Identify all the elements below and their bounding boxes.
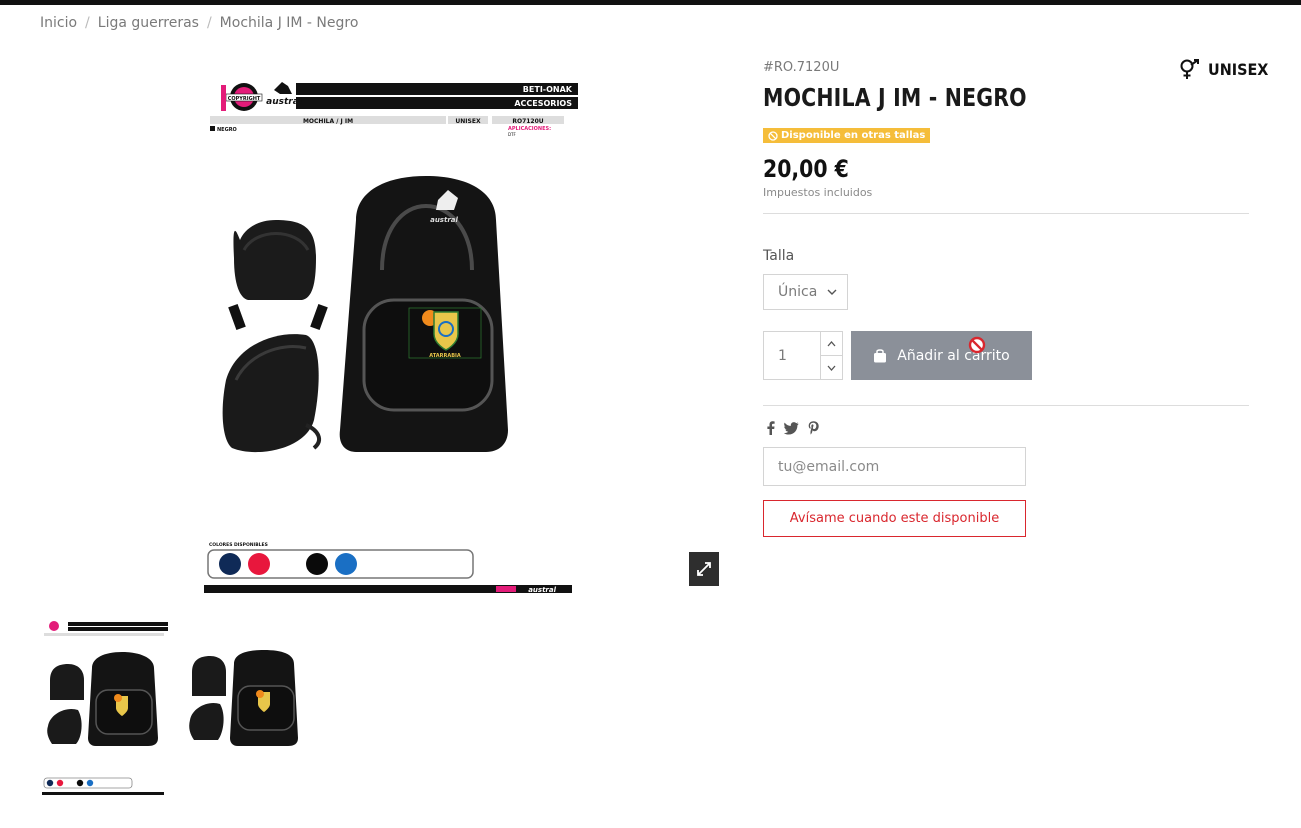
chevron-down-icon xyxy=(827,365,836,371)
twitter-share-button[interactable] xyxy=(784,421,799,435)
sheet-color: NEGRO xyxy=(217,127,237,133)
thumbnail-product-image xyxy=(189,650,298,746)
facebook-share-button[interactable] xyxy=(766,421,775,435)
not-allowed-cursor-icon xyxy=(968,336,986,354)
breadcrumb-separator: / xyxy=(85,15,90,31)
expand-icon xyxy=(697,562,711,576)
color-swatch xyxy=(277,553,299,575)
zoom-button[interactable] xyxy=(689,552,719,586)
size-value: Única xyxy=(778,284,818,300)
thumbnail-color-swatch xyxy=(76,779,84,787)
sheet-model: MOCHILA / J IM xyxy=(303,118,353,125)
email-field[interactable] xyxy=(763,447,1026,486)
breadcrumb-current: Mochila J IM - Negro xyxy=(219,15,359,31)
sheet-line1: BETI-ONAK xyxy=(523,85,573,94)
sheet-code: RO7120U xyxy=(512,118,543,125)
thumbnail-sheet-image xyxy=(44,621,168,746)
product-main-image[interactable]: BETI-ONAK ACCESORIOS COPYRIGHT austral M… xyxy=(196,80,578,595)
breadcrumb-category[interactable]: Liga guerreras xyxy=(98,15,199,31)
availability-badge: Disponible en otras tallas xyxy=(763,128,931,143)
thumbnail-color-swatch xyxy=(56,779,64,787)
top-bar xyxy=(0,0,1301,5)
sheet-bag-brand: austral xyxy=(430,216,458,224)
divider xyxy=(763,213,1249,214)
sheet-footer-brand: austral xyxy=(528,586,556,594)
sheet-crest-text: ATARRABIA xyxy=(429,353,461,359)
product-sheet-image: BETI-ONAK ACCESORIOS COPYRIGHT austral M… xyxy=(204,82,578,594)
sheet-gender: UNISEX xyxy=(455,118,481,125)
sheet-colors-title: COLORES DISPONIBLES xyxy=(209,542,268,548)
product-reference: #RO.7120U xyxy=(763,60,840,75)
sheet-brand: austral xyxy=(266,97,303,107)
quantity-stepper[interactable]: 1 xyxy=(763,331,843,380)
quantity-decrease-button[interactable] xyxy=(821,355,842,379)
shopping-bag-icon xyxy=(874,349,887,363)
social-share xyxy=(766,421,819,435)
product-price: 20,00 € xyxy=(763,155,849,183)
breadcrumb-separator: / xyxy=(206,15,212,31)
quantity-increase-button[interactable] xyxy=(821,332,842,355)
thumbnail-sheet[interactable] xyxy=(40,620,168,748)
notify-me-button[interactable]: Avísame cuando este disponible xyxy=(763,500,1026,537)
pinterest-share-button[interactable] xyxy=(808,421,819,435)
quantity-input[interactable]: 1 xyxy=(764,332,820,379)
thumbnail-colors[interactable] xyxy=(40,770,168,800)
add-to-cart-button[interactable]: Añadir al carrito xyxy=(851,331,1032,380)
block-icon xyxy=(768,130,778,141)
gender-label: UNISEX xyxy=(1178,58,1268,80)
divider xyxy=(763,405,1249,406)
size-select[interactable]: Única xyxy=(763,274,848,310)
color-swatch xyxy=(219,553,241,575)
facebook-icon xyxy=(767,421,775,435)
gender-text: UNISEX xyxy=(1208,59,1269,79)
sheet-line2: ACCESORIOS xyxy=(514,99,572,108)
chevron-up-icon xyxy=(827,340,836,346)
color-swatch xyxy=(335,553,357,575)
color-swatch xyxy=(306,553,328,575)
tax-note: Impuestos incluidos xyxy=(763,186,873,199)
thumbnail-color-swatch xyxy=(66,779,74,787)
unisex-icon xyxy=(1180,59,1199,79)
thumbnail-colors-image xyxy=(42,777,164,795)
pinterest-icon xyxy=(808,421,819,435)
product-title: MOCHILA J IM - NEGRO xyxy=(763,83,1027,112)
color-swatch xyxy=(248,553,270,575)
thumbnail-color-swatch xyxy=(46,779,54,787)
breadcrumb: Inicio / Liga guerreras / Mochila J IM -… xyxy=(40,15,358,31)
chevron-down-icon xyxy=(827,289,837,295)
sheet-applications-value: DTF xyxy=(508,132,517,137)
size-label: Talla xyxy=(763,248,795,264)
twitter-icon xyxy=(784,421,799,434)
add-to-cart-label: Añadir al carrito xyxy=(897,347,1010,364)
thumbnail-product[interactable] xyxy=(180,620,308,748)
thumbnail-color-swatch xyxy=(86,779,94,787)
breadcrumb-home[interactable]: Inicio xyxy=(40,15,77,31)
availability-text: Disponible en otras tallas xyxy=(781,130,926,141)
sheet-copyright: COPYRIGHT xyxy=(228,96,261,102)
